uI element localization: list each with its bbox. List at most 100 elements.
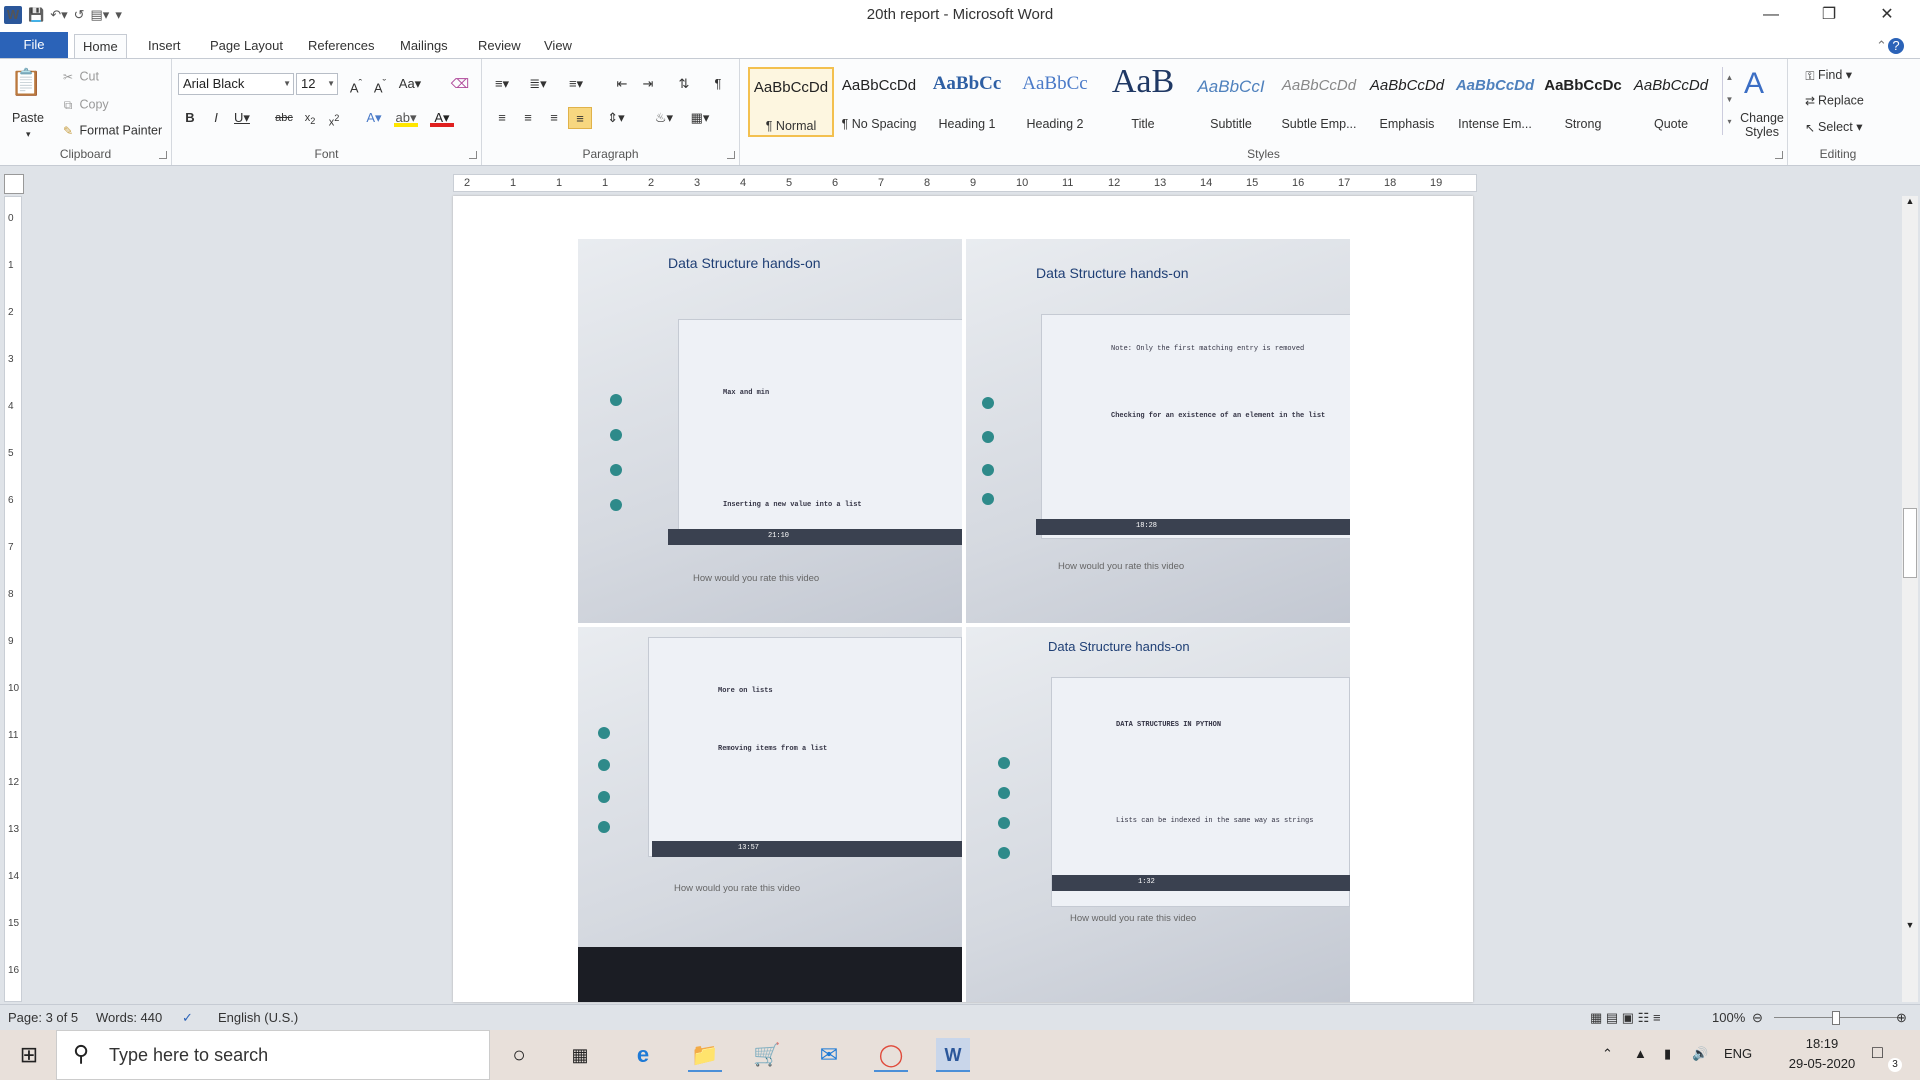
grow-font-button[interactable]: Aˆ [344,73,368,95]
cortana-icon[interactable]: ○ [502,1038,536,1072]
tab-view[interactable]: View [536,34,580,58]
subscript-button[interactable]: x2 [298,107,322,129]
word-count[interactable]: Words: 440 [96,1010,162,1025]
show-hidden-icons[interactable]: ⌃ [1602,1046,1613,1062]
task-view-icon[interactable]: ▦ [563,1038,597,1072]
tab-home[interactable]: Home [74,34,127,58]
style-no-spacing[interactable]: AaBbCcDd ¶ No Spacing [836,67,922,137]
borders-button[interactable]: ▦▾ [688,107,712,129]
sort-button[interactable]: ⇅ [672,73,696,95]
paste-button[interactable]: Paste [12,111,44,125]
tab-references[interactable]: References [300,34,382,58]
bold-button[interactable]: B [178,107,202,129]
edge-icon[interactable]: e [626,1038,660,1072]
copy-button[interactable]: ⧉ Copy [60,97,109,113]
photo-3[interactable]: More on lists Removing items from a list… [578,627,962,1002]
paste-icon[interactable]: 📋 [10,67,42,98]
language-status[interactable]: English (U.S.) [218,1010,298,1025]
zoom-in-icon[interactable]: ⊕ [1896,1010,1907,1026]
style-heading-2[interactable]: AaBbCc Heading 2 [1012,67,1098,137]
photo-4[interactable]: Data Structure hands-on DATA STRUCTURES … [966,627,1350,1002]
proofing-icon[interactable]: ✓ [182,1010,193,1026]
style-title[interactable]: AaB Title [1100,63,1186,137]
justify-button[interactable]: ≡ [568,107,592,129]
battery-icon[interactable]: ▮ [1664,1046,1671,1062]
horizontal-ruler[interactable]: 2 1 1 1 2 3 4 5 6 7 8 9 10 11 12 13 14 15 16 17 18 19 [453,174,1477,192]
font-color-button[interactable]: A▾ [430,107,454,127]
multilevel-list-button[interactable]: ≡▾ [564,73,588,95]
show-formatting-button[interactable]: ¶ [706,73,730,95]
notifications-icon[interactable]: □ [1872,1042,1883,1063]
replace-button[interactable]: ⇄ Replace [1802,93,1864,109]
style-emphasis[interactable]: AaBbCcDd Emphasis [1364,67,1450,137]
line-spacing-button[interactable]: ⇕▾ [604,107,628,129]
volume-icon[interactable]: 🔊 [1692,1046,1708,1062]
strikethrough-button[interactable]: abc [272,107,296,129]
shading-button[interactable]: ♨▾ [652,107,676,129]
zoom-level[interactable]: 100% [1712,1010,1745,1025]
photo-1[interactable]: Data Structure hands-on Max and min Inse… [578,239,962,623]
find-button[interactable]: ⚿ Find ▾ [1802,67,1852,84]
align-right-button[interactable]: ≡ [542,107,566,129]
increase-indent-button[interactable]: ⇥ [636,73,660,95]
scroll-up-icon[interactable]: ▲ [1902,196,1918,212]
vertical-ruler[interactable]: 0 1 2 3 4 5 6 7 8 9 10 11 12 13 14 15 16 [4,196,22,1002]
mail-icon[interactable]: ✉ [812,1038,846,1072]
clear-formatting-icon[interactable]: ⌫ [448,73,472,95]
underline-button[interactable]: U▾ [230,107,254,129]
style-heading-1[interactable]: AaBbCc Heading 1 [924,67,1010,137]
shrink-font-button[interactable]: Aˇ [368,73,392,95]
change-styles-button[interactable]: Change Styles [1740,111,1784,139]
superscript-button[interactable]: x2 [322,107,346,129]
style-subtitle[interactable]: AaBbCcI Subtitle [1188,67,1274,137]
style-normal[interactable]: AaBbCcDd ¶ Normal [748,67,834,137]
tab-file[interactable]: File [0,32,68,58]
photo-2[interactable]: Data Structure hands-on Checking for an … [966,239,1350,623]
view-buttons[interactable]: ▦ ▤ ▣ ☷ ≡ [1590,1010,1661,1026]
align-left-button[interactable]: ≡ [490,107,514,129]
style-quote[interactable]: AaBbCcDd Quote [1628,67,1714,137]
zoom-out-icon[interactable]: ⊖ [1752,1010,1763,1026]
tab-page-layout[interactable]: Page Layout [202,34,291,58]
italic-button[interactable]: I [204,107,228,129]
format-painter-button[interactable]: ✎ Format Painter [60,123,162,139]
style-intense-emphasis[interactable]: AaBbCcDd Intense Em... [1452,67,1538,137]
word-taskbar-icon[interactable]: W [936,1038,970,1072]
decrease-indent-button[interactable]: ⇤ [610,73,634,95]
styles-launcher-icon[interactable] [1775,151,1783,159]
vertical-scrollbar[interactable]: ▲ ▼ [1902,196,1918,1002]
input-language[interactable]: ENG [1724,1046,1752,1061]
bullets-button[interactable]: ≡▾ [490,73,514,95]
style-subtle-emphasis[interactable]: AaBbCcDd Subtle Emp... [1276,67,1362,137]
cut-button[interactable]: ✂ Cut [60,69,99,85]
tab-review[interactable]: Review [470,34,529,58]
page-count[interactable]: Page: 3 of 5 [8,1010,78,1025]
help-icon[interactable]: ? [1888,38,1904,54]
text-effects-button[interactable]: A▾ [362,107,386,129]
font-name-combo[interactable]: Arial Black ▼ [178,73,294,95]
zoom-thumb[interactable] [1832,1011,1840,1025]
clipboard-launcher-icon[interactable] [159,151,167,159]
select-button[interactable]: ↖ Select ▾ [1802,119,1863,136]
restore-icon[interactable]: ❐ [1800,0,1858,30]
store-icon[interactable]: 🛒 [750,1038,784,1072]
chrome-icon[interactable]: ◯ [874,1038,908,1072]
font-size-combo[interactable]: 12 ▼ [296,73,338,95]
scroll-down-icon[interactable]: ▼ [1902,920,1918,936]
change-case-button[interactable]: Aa▾ [398,73,422,95]
tab-insert[interactable]: Insert [140,34,189,58]
highlight-button[interactable]: ab▾ [394,107,418,127]
paste-dropdown-icon[interactable]: ▾ [26,129,31,140]
windows-start-icon[interactable]: ⊞ [12,1038,46,1072]
scroll-thumb[interactable] [1903,508,1917,578]
font-launcher-icon[interactable] [469,151,477,159]
close-icon[interactable]: ✕ [1858,0,1916,30]
clock-date[interactable]: 29-05-2020 [1782,1056,1862,1071]
clock-time[interactable]: 18:19 [1790,1036,1854,1051]
align-center-button[interactable]: ≡ [516,107,540,129]
tab-selector[interactable] [4,174,24,194]
numbering-button[interactable]: ≣▾ [526,73,550,95]
styles-scroll[interactable]: ▲ ▼ ▾ [1722,67,1736,135]
document-page[interactable]: Data Structure hands-on Max and min Inse… [453,196,1473,1002]
taskbar-search[interactable]: ⚲ Type here to search [56,1030,490,1080]
